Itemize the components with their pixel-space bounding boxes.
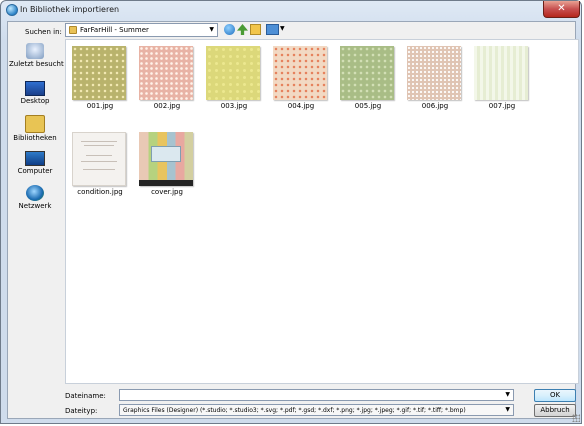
thumbnail-line [81, 141, 117, 142]
title-bar[interactable]: In Bibliothek importieren ✕ [1, 1, 581, 21]
file-name: 006.jpg [421, 102, 449, 110]
place-desktop[interactable]: Desktop [9, 81, 61, 105]
computer-icon [25, 151, 45, 166]
file-item-007[interactable]: 007.jpg [468, 40, 536, 110]
places-bar: Zuletzt besucht Desktop Bibliotheken Com… [9, 39, 64, 379]
new-folder-icon[interactable] [250, 24, 261, 35]
chevron-down-icon: ▼ [505, 406, 510, 413]
window-title: In Bibliothek importieren [20, 5, 120, 14]
file-item-cover[interactable]: cover.jpg [133, 126, 201, 196]
place-label: Bibliotheken [13, 134, 57, 142]
file-list-view[interactable]: 001.jpg 002.jpg 003.jpg 004.jpg 005.jpg … [65, 39, 579, 384]
filetype-label: Dateityp: [65, 407, 98, 415]
views-chevron-down-icon[interactable]: ▼ [280, 25, 285, 32]
cover-badge [151, 146, 181, 162]
file-name: 001.jpg [86, 102, 114, 110]
look-in-label: Suchen in: [25, 28, 62, 36]
import-dialog-window: In Bibliothek importieren ✕ Suchen in: F… [0, 0, 582, 424]
file-name: 002.jpg [153, 102, 181, 110]
place-label: Zuletzt besucht [9, 60, 64, 68]
thumbnail-line [83, 169, 115, 170]
file-item-006[interactable]: 006.jpg [401, 40, 469, 110]
close-button[interactable]: ✕ [543, 1, 580, 18]
recent-places-icon [26, 43, 44, 59]
thumbnail-line [86, 155, 112, 156]
filename-combobox[interactable]: ▼ [119, 389, 514, 401]
place-recent[interactable]: Zuletzt besucht [9, 43, 64, 68]
file-item-003[interactable]: 003.jpg [200, 40, 268, 110]
folder-icon [69, 26, 77, 34]
network-icon [26, 185, 44, 201]
thumbnail-line [84, 145, 114, 146]
place-label: Computer [17, 167, 53, 175]
file-name: cover.jpg [151, 188, 183, 196]
filetype-select[interactable]: Graphics Files (Designer) (*.studio; *.s… [119, 404, 514, 416]
file-name: 007.jpg [488, 102, 516, 110]
place-network[interactable]: Netzwerk [9, 185, 61, 210]
image-thumbnail [139, 132, 193, 186]
file-name: 005.jpg [354, 102, 382, 110]
views-menu-icon[interactable] [266, 24, 279, 35]
ok-button[interactable]: OK [534, 389, 576, 402]
cancel-button[interactable]: Abbruch [534, 404, 576, 417]
image-thumbnail [340, 46, 394, 100]
place-computer[interactable]: Computer [9, 151, 61, 175]
filetype-value: Graphics Files (Designer) (*.studio; *.s… [123, 407, 466, 414]
resize-grip-icon[interactable] [572, 414, 580, 422]
desktop-icon [25, 81, 45, 96]
image-thumbnail [273, 46, 327, 100]
image-thumbnail [474, 46, 528, 100]
file-item-004[interactable]: 004.jpg [267, 40, 335, 110]
image-thumbnail [139, 46, 193, 100]
image-thumbnail [206, 46, 260, 100]
file-item-001[interactable]: 001.jpg [66, 40, 134, 110]
file-name: 004.jpg [287, 102, 315, 110]
file-name: 003.jpg [220, 102, 248, 110]
look-in-combobox[interactable]: FarFarHill - Summer ▼ [65, 23, 218, 37]
chevron-down-icon: ▼ [209, 26, 214, 33]
file-item-condition[interactable]: condition.jpg [66, 126, 134, 196]
place-libraries[interactable]: Bibliotheken [9, 115, 61, 142]
file-name: condition.jpg [77, 188, 123, 196]
file-item-005[interactable]: 005.jpg [334, 40, 402, 110]
cover-bar [139, 180, 193, 186]
libraries-icon [25, 115, 45, 133]
image-thumbnail [72, 46, 126, 100]
place-label: Netzwerk [18, 202, 52, 210]
look-in-value: FarFarHill - Summer [80, 26, 149, 34]
chevron-down-icon: ▼ [505, 391, 510, 398]
place-label: Desktop [20, 97, 50, 105]
file-item-002[interactable]: 002.jpg [133, 40, 201, 110]
back-icon[interactable] [224, 24, 235, 35]
thumbnail-line [81, 161, 117, 162]
image-thumbnail [72, 132, 126, 186]
app-icon [6, 4, 18, 16]
filename-label: Dateiname: [65, 392, 106, 400]
image-thumbnail [407, 46, 461, 100]
